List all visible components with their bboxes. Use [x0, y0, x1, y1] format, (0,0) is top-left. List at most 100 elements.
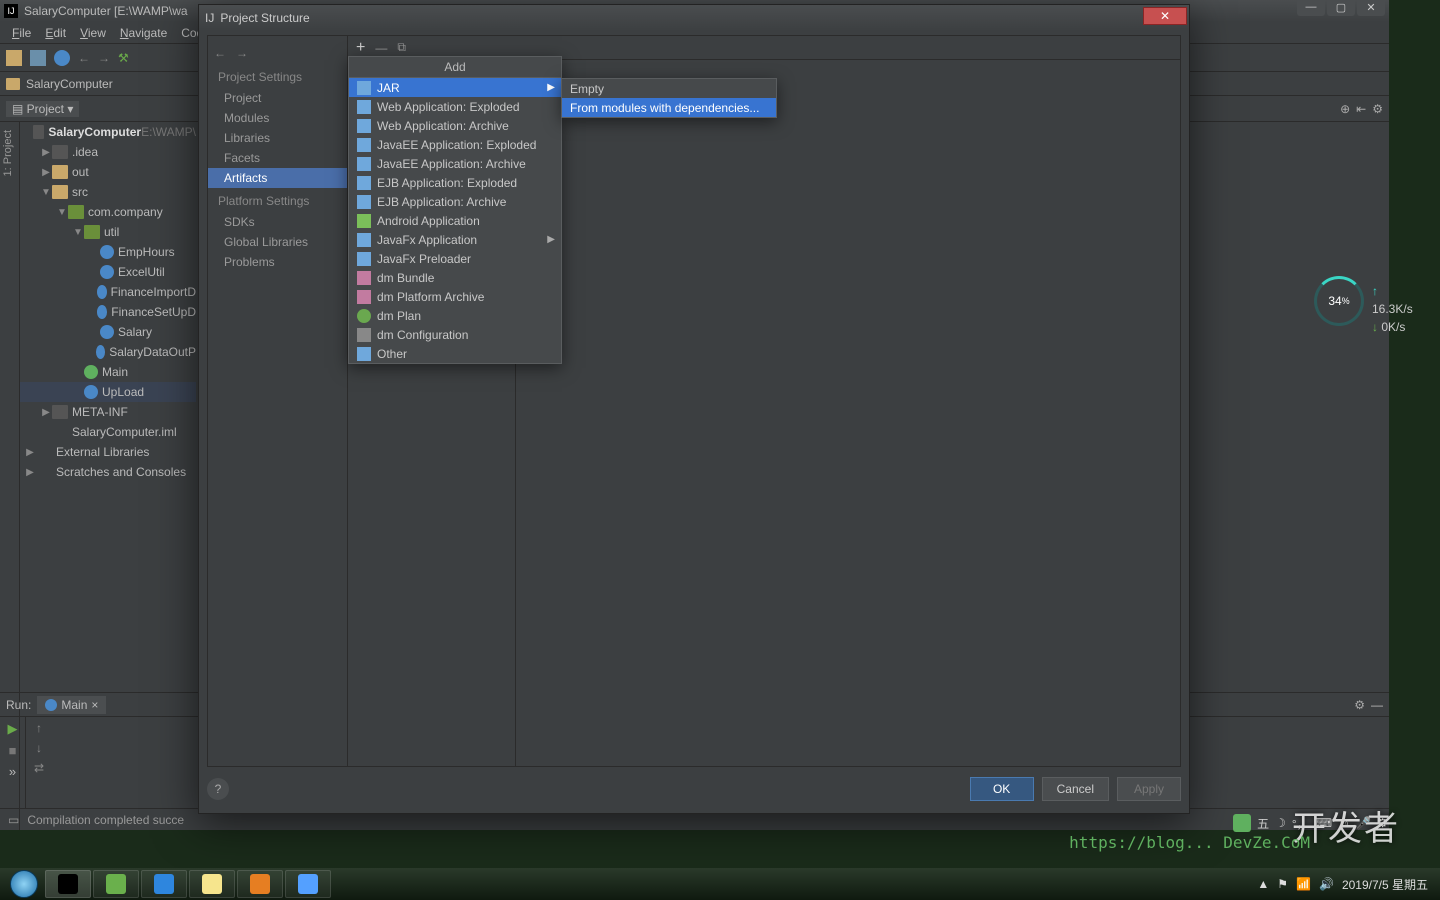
- maximize-button[interactable]: ▢: [1327, 0, 1355, 16]
- jar-submenu-item[interactable]: From modules with dependencies...: [562, 98, 776, 117]
- nav-item-facets[interactable]: Facets: [208, 148, 347, 168]
- run-tab-main[interactable]: Main ×: [37, 696, 106, 714]
- ime-keyboard-icon[interactable]: ⌨: [1315, 816, 1332, 830]
- nav-item-problems[interactable]: Problems: [208, 252, 347, 272]
- tray-expand-icon[interactable]: ▲: [1257, 877, 1269, 891]
- status-rect-icon[interactable]: ▭: [8, 813, 19, 827]
- add-menu-item[interactable]: JAR▶: [349, 78, 561, 97]
- rerun-icon[interactable]: ▶: [8, 721, 18, 737]
- sync-icon[interactable]: [54, 50, 70, 66]
- taskbar-app-edge[interactable]: [285, 870, 331, 898]
- tree-node[interactable]: ▼src: [20, 182, 196, 202]
- tree-node[interactable]: FinanceSetUpD: [20, 302, 196, 322]
- add-menu-item[interactable]: Other: [349, 344, 561, 363]
- ime-mode[interactable]: 五: [1257, 815, 1269, 832]
- run-minimize-icon[interactable]: —: [1371, 698, 1383, 712]
- menu-file[interactable]: File: [6, 24, 37, 42]
- add-menu-item[interactable]: JavaFx Preloader: [349, 249, 561, 268]
- taskbar-app-explorer[interactable]: [189, 870, 235, 898]
- stop-icon[interactable]: ■: [9, 743, 17, 758]
- taskbar-app-firefox[interactable]: [237, 870, 283, 898]
- tree-node[interactable]: ▶out: [20, 162, 196, 182]
- add-menu-item[interactable]: EJB Application: Archive: [349, 192, 561, 211]
- add-menu-item[interactable]: dm Bundle: [349, 268, 561, 287]
- ime-settings-icon[interactable]: ⚙: [1377, 816, 1388, 830]
- jar-submenu-item[interactable]: Empty: [562, 79, 776, 98]
- tree-node[interactable]: SalaryDataOutP: [20, 342, 196, 362]
- tree-node[interactable]: SalaryComputer.iml: [20, 422, 196, 442]
- tray-flag-icon[interactable]: ⚑: [1277, 877, 1288, 891]
- tree-node[interactable]: SalaryComputer E:\WAMP\: [20, 122, 196, 142]
- menu-view[interactable]: View: [74, 24, 112, 42]
- tree-node[interactable]: UpLoad: [20, 382, 196, 402]
- add-menu-item[interactable]: Web Application: Archive: [349, 116, 561, 135]
- settings-icon[interactable]: ⚙: [1372, 102, 1383, 116]
- tree-node[interactable]: EmpHours: [20, 242, 196, 262]
- tree-node[interactable]: ExcelUtil: [20, 262, 196, 282]
- nav-item-project[interactable]: Project: [208, 88, 347, 108]
- tree-node[interactable]: ▼util: [20, 222, 196, 242]
- add-artifact-popup[interactable]: Add JAR▶Web Application: ExplodedWeb App…: [348, 56, 562, 364]
- taskbar-clock[interactable]: 2019/7/5 星期五: [1342, 876, 1428, 893]
- remove-artifact-button[interactable]: —: [375, 41, 387, 55]
- minimize-button[interactable]: —: [1297, 0, 1325, 16]
- nav-fwd-icon[interactable]: →: [98, 51, 110, 65]
- add-menu-item[interactable]: JavaFx Application▶: [349, 230, 561, 249]
- add-menu-item[interactable]: dm Plan: [349, 306, 561, 325]
- ime-moon-icon[interactable]: ☽: [1275, 816, 1286, 830]
- add-menu-item[interactable]: EJB Application: Exploded: [349, 173, 561, 192]
- nav-back-icon[interactable]: ←: [78, 51, 90, 65]
- dialog-close-button[interactable]: ✕: [1143, 7, 1187, 25]
- close-tab-icon[interactable]: ×: [91, 698, 98, 712]
- add-menu-item[interactable]: JavaEE Application: Exploded: [349, 135, 561, 154]
- ime-punct-icon[interactable]: °，: [1292, 815, 1309, 832]
- menu-edit[interactable]: Edit: [39, 24, 72, 42]
- breadcrumb-root[interactable]: SalaryComputer: [26, 77, 113, 91]
- tree-node[interactable]: ▶External Libraries: [20, 442, 196, 462]
- add-menu-item[interactable]: dm Platform Archive: [349, 287, 561, 306]
- dialog-titlebar[interactable]: IJ Project Structure ✕: [199, 5, 1189, 31]
- nav-item-libraries[interactable]: Libraries: [208, 128, 347, 148]
- tray-network-icon[interactable]: 📶: [1296, 877, 1311, 891]
- run-settings-icon[interactable]: ⚙: [1354, 698, 1365, 712]
- menu-navigate[interactable]: Navigate: [114, 24, 173, 42]
- cancel-button[interactable]: Cancel: [1042, 777, 1109, 801]
- tree-node[interactable]: FinanceImportD: [20, 282, 196, 302]
- tree-node[interactable]: ▶.idea: [20, 142, 196, 162]
- build-icon[interactable]: ⚒: [118, 51, 129, 65]
- save-icon[interactable]: [30, 50, 46, 66]
- nav-forward-button[interactable]: →: [236, 46, 248, 60]
- close-ide-button[interactable]: ✕: [1357, 0, 1385, 16]
- start-button[interactable]: [4, 868, 44, 900]
- ime-toolbar[interactable]: 五 ☽ °， ⌨ ☺ 🎤 ⚙: [1233, 814, 1388, 832]
- help-button[interactable]: ?: [207, 778, 229, 800]
- taskbar-app-leaf[interactable]: [93, 870, 139, 898]
- copy-artifact-button[interactable]: ⧉: [397, 40, 406, 55]
- tree-node[interactable]: ▼com.company: [20, 202, 196, 222]
- more-icon[interactable]: »: [9, 764, 16, 779]
- performance-widget[interactable]: 34% 16.3K/s 0K/s: [1314, 276, 1400, 328]
- collapse-icon[interactable]: ⇤: [1356, 102, 1366, 116]
- add-menu-item[interactable]: Web Application: Exploded: [349, 97, 561, 116]
- jar-submenu-popup[interactable]: EmptyFrom modules with dependencies...: [561, 78, 777, 118]
- add-artifact-button[interactable]: +: [356, 39, 365, 57]
- tree-node[interactable]: Salary: [20, 322, 196, 342]
- up-icon[interactable]: ↑: [36, 721, 42, 735]
- nav-item-global-libraries[interactable]: Global Libraries: [208, 232, 347, 252]
- tree-node[interactable]: ▶META-INF: [20, 402, 196, 422]
- project-view-toggle[interactable]: ▤ Project ▾: [6, 101, 79, 117]
- nav-item-artifacts[interactable]: Artifacts: [208, 168, 347, 188]
- add-menu-item[interactable]: Android Application: [349, 211, 561, 230]
- apply-button[interactable]: Apply: [1117, 777, 1181, 801]
- taskbar-app-IJ[interactable]: [45, 870, 91, 898]
- open-icon[interactable]: [6, 50, 22, 66]
- project-tool-tab[interactable]: 1: Project: [0, 122, 16, 184]
- nav-item-sdks[interactable]: SDKs: [208, 212, 347, 232]
- nav-back-button[interactable]: ←: [214, 46, 226, 60]
- ok-button[interactable]: OK: [970, 777, 1034, 801]
- nav-item-modules[interactable]: Modules: [208, 108, 347, 128]
- ime-smile-icon[interactable]: ☺: [1338, 816, 1350, 830]
- tree-node[interactable]: Main: [20, 362, 196, 382]
- wrap-icon[interactable]: ⇄: [34, 761, 44, 775]
- ime-mic-icon[interactable]: 🎤: [1356, 816, 1371, 830]
